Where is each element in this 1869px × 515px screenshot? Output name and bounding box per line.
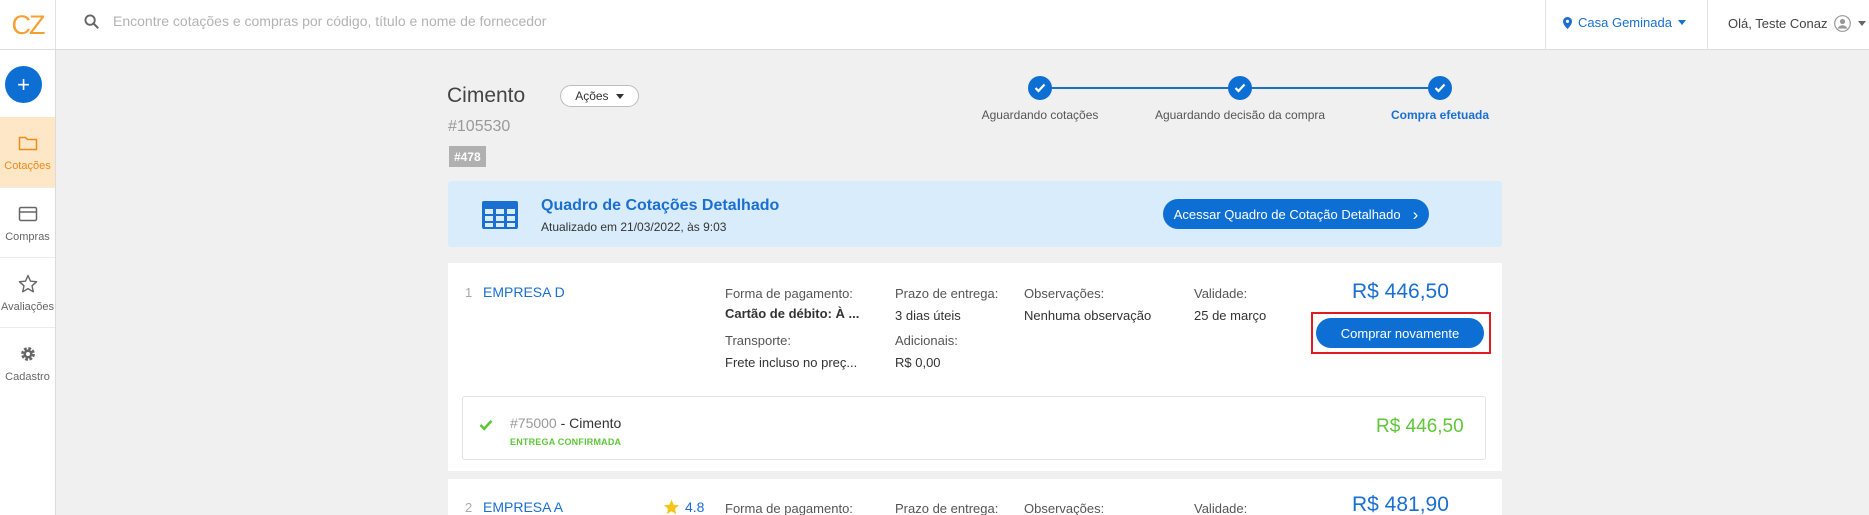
item-row: #75000 - Cimento ENTREGA CONFIRMADA R$ 4… bbox=[462, 396, 1486, 460]
button-label: Acessar Quadro de Cotação Detalhado bbox=[1173, 206, 1401, 222]
app-logo[interactable]: CZ bbox=[0, 0, 56, 50]
validity-label: Validade: bbox=[1194, 286, 1248, 301]
table-grid-icon bbox=[482, 201, 518, 229]
sidebar: + Cotações Compras Avaliações Cadastro bbox=[0, 50, 56, 515]
top-divider bbox=[1707, 0, 1708, 50]
card-icon bbox=[18, 206, 37, 221]
delivery-label: Prazo de entrega: bbox=[895, 286, 999, 301]
offer-rank: 1 bbox=[465, 285, 473, 300]
search-input[interactable] bbox=[113, 13, 673, 29]
buy-again-button[interactable]: Comprar novamente bbox=[1316, 318, 1484, 348]
extras-value: R$ 0,00 bbox=[895, 355, 941, 370]
actions-button[interactable]: Ações bbox=[560, 85, 639, 107]
sidebar-item-compras[interactable]: Compras bbox=[0, 187, 55, 257]
search-bar bbox=[84, 13, 673, 29]
delivery-label: Prazo de entrega: bbox=[895, 501, 999, 515]
sidebar-item-label: Cotações bbox=[4, 160, 51, 172]
step-check-icon bbox=[1228, 76, 1252, 100]
banner-subtitle: Atualizado em 21/03/2022, às 9:03 bbox=[541, 220, 727, 234]
notes-label: Observações: bbox=[1024, 501, 1105, 515]
item-price: R$ 446,50 bbox=[1376, 416, 1464, 437]
offer-card: 2 EMPRESA A 4.8 Forma de pagamento: Praz… bbox=[448, 479, 1502, 515]
chevron-down-icon bbox=[1858, 21, 1867, 26]
top-bar: CZ Casa Geminada Olá, Teste Conaz bbox=[0, 0, 1869, 50]
chevron-down-icon bbox=[1677, 20, 1686, 25]
supplier-rating: 4.8 bbox=[663, 499, 704, 515]
star-icon bbox=[18, 274, 37, 292]
payment-value: Cartão de débito: À ... bbox=[725, 306, 860, 321]
offer-price: R$ 446,50 bbox=[1352, 280, 1449, 303]
item-separator: - bbox=[556, 415, 570, 431]
banner-title: Quadro de Cotações Detalhado bbox=[541, 197, 780, 214]
payment-label: Forma de pagamento: bbox=[725, 286, 853, 301]
validity-label: Validade: bbox=[1194, 501, 1248, 515]
item-title: #75000 - Cimento bbox=[510, 415, 621, 431]
folder-icon bbox=[18, 136, 37, 151]
offer-rank: 2 bbox=[465, 500, 473, 515]
check-icon bbox=[479, 419, 493, 431]
location-label: Casa Geminada bbox=[1578, 15, 1672, 30]
step-check-icon bbox=[1028, 76, 1052, 100]
item-code: #75000 bbox=[510, 415, 557, 431]
rating-value: 4.8 bbox=[685, 499, 705, 515]
user-menu[interactable]: Olá, Teste Conaz bbox=[1728, 15, 1867, 32]
sidebar-item-label: Compras bbox=[5, 230, 50, 243]
step-label: Aguardando decisão da compra bbox=[1154, 108, 1326, 122]
validity-value: 25 de março bbox=[1194, 308, 1267, 323]
payment-label: Forma de pagamento: bbox=[725, 501, 853, 515]
gear-icon bbox=[20, 346, 35, 361]
notes-value: Nenhuma observação bbox=[1024, 308, 1152, 323]
map-pin-icon bbox=[1563, 16, 1572, 29]
page-header: Cimento Ações bbox=[447, 84, 639, 108]
sidebar-item-cadastro[interactable]: Cadastro bbox=[0, 327, 55, 397]
transport-value: Frete incluso no preç... bbox=[725, 355, 858, 370]
step-label-current: Compra efetuada bbox=[1390, 108, 1490, 122]
delivery-value: 3 dias úteis bbox=[895, 308, 961, 323]
sidebar-item-label: Cadastro bbox=[5, 370, 50, 383]
quote-tag-badge: #478 bbox=[449, 146, 486, 167]
detailed-board-banner: Quadro de Cotações Detalhado Atualizado … bbox=[448, 181, 1502, 247]
sidebar-item-avaliacoes[interactable]: Avaliações bbox=[0, 257, 55, 327]
page-title: Cimento bbox=[447, 84, 526, 107]
actions-label: Ações bbox=[575, 89, 609, 103]
add-button[interactable]: + bbox=[5, 66, 42, 103]
extras-label: Adicionais: bbox=[895, 333, 958, 348]
user-greeting: Olá, Teste Conaz bbox=[1728, 16, 1828, 31]
delivery-status-badge: ENTREGA CONFIRMADA bbox=[510, 437, 622, 447]
supplier-name-link[interactable]: EMPRESA D bbox=[483, 284, 565, 300]
open-detailed-board-button[interactable]: Acessar Quadro de Cotação Detalhado › bbox=[1163, 199, 1429, 229]
chevron-down-icon bbox=[615, 93, 624, 99]
step-label: Aguardando cotações bbox=[981, 108, 1099, 122]
offer-price: R$ 481,90 bbox=[1352, 493, 1449, 515]
star-icon bbox=[664, 499, 679, 515]
search-icon bbox=[84, 13, 99, 29]
supplier-name-link[interactable]: EMPRESA A bbox=[483, 499, 563, 515]
transport-label: Transporte: bbox=[725, 333, 791, 348]
top-divider bbox=[1545, 0, 1546, 50]
location-selector[interactable]: Casa Geminada bbox=[1563, 15, 1686, 30]
notes-label: Observações: bbox=[1024, 286, 1105, 301]
chevron-right-icon: › bbox=[1412, 204, 1419, 224]
quote-code: #105530 bbox=[448, 118, 511, 135]
sidebar-item-label: Avaliações bbox=[1, 300, 54, 313]
step-check-icon bbox=[1428, 76, 1452, 100]
avatar-icon bbox=[1834, 15, 1852, 32]
sidebar-item-cotacoes[interactable]: Cotações bbox=[0, 117, 55, 187]
offer-card: 1 EMPRESA D Forma de pagamento: Cartão d… bbox=[448, 263, 1502, 471]
item-name: Cimento bbox=[569, 415, 622, 431]
